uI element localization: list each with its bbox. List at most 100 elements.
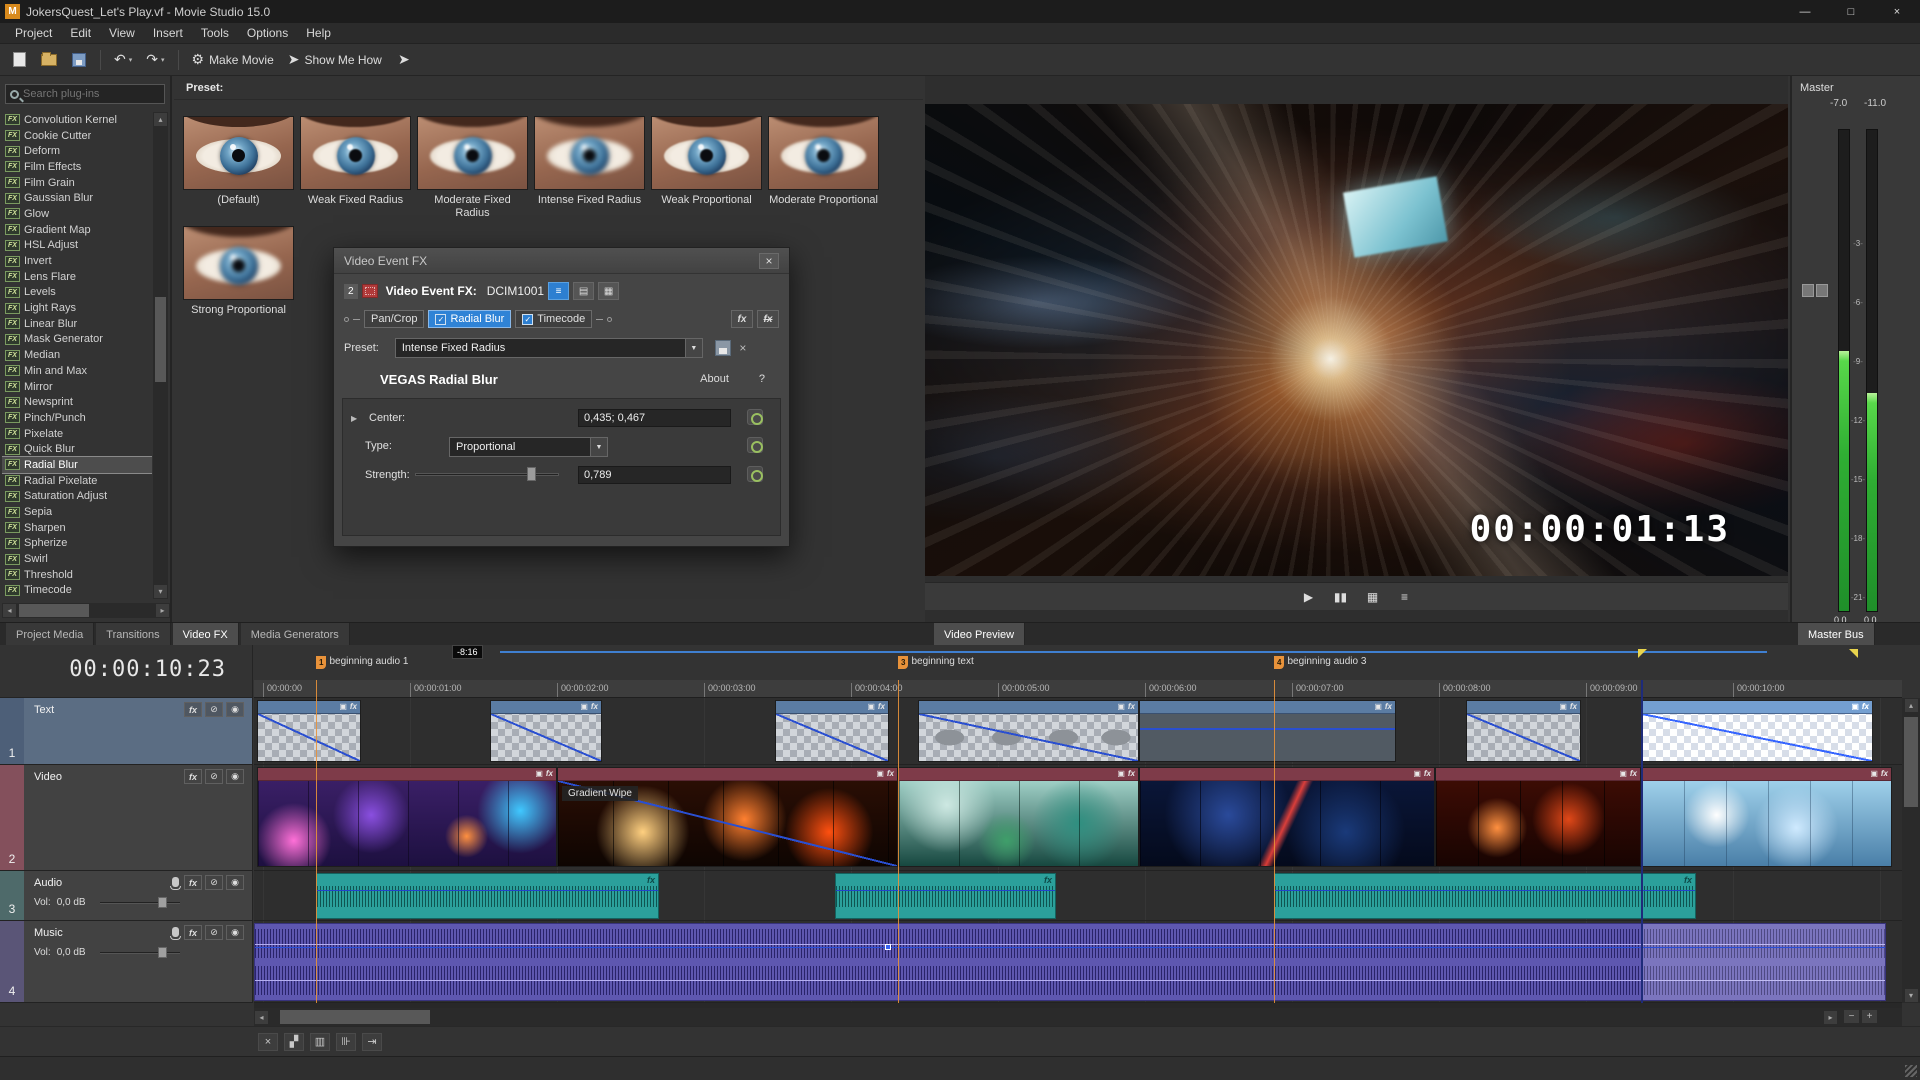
- context-help-button[interactable]: ➤: [391, 48, 417, 72]
- redo-button[interactable]: ↷▾: [141, 48, 169, 72]
- plugin-item[interactable]: FXInvert: [2, 253, 152, 269]
- event-fx-icon[interactable]: fx: [1044, 875, 1052, 885]
- event-fx-icon[interactable]: fx: [647, 875, 655, 885]
- volume-slider[interactable]: [100, 947, 180, 958]
- chain-timecode-button[interactable]: ✓Timecode: [515, 310, 592, 328]
- plugin-item[interactable]: FXQuick Blur: [2, 441, 152, 457]
- help-button[interactable]: ?: [759, 373, 765, 385]
- plugin-item[interactable]: FXMin and Max: [2, 363, 152, 379]
- envelope-node[interactable]: [885, 944, 891, 950]
- envelope-line[interactable]: [1467, 714, 1580, 761]
- plugin-list[interactable]: FXConvolution KernelFXCookie CutterFXDef…: [2, 112, 152, 599]
- text-event[interactable]: ▣fx: [1466, 700, 1581, 762]
- maximize-button[interactable]: □: [1828, 0, 1874, 23]
- event-fx-icon[interactable]: fx: [591, 703, 598, 711]
- play-button[interactable]: ▶: [1298, 587, 1320, 607]
- solo-button[interactable]: ◉: [226, 702, 244, 717]
- video-event[interactable]: ▣fx: [1641, 767, 1892, 867]
- track-header-music[interactable]: 4 Music fx ⊘ ◉ Vol: 0,0 dB: [0, 921, 253, 1003]
- master-fader-right[interactable]: [1816, 284, 1828, 297]
- preset-item[interactable]: Intense Fixed Radius: [533, 116, 646, 220]
- text-event[interactable]: ▣fx: [1139, 700, 1396, 762]
- crop-icon[interactable]: ▣: [1374, 703, 1382, 711]
- solo-button[interactable]: ◉: [226, 875, 244, 890]
- loop-region-bar[interactable]: [500, 651, 1767, 653]
- timeline-marker[interactable]: 1beginning audio 1: [316, 656, 408, 669]
- scroll-right-icon[interactable]: ▸: [155, 603, 170, 618]
- remove-plugin-button[interactable]: fx: [757, 310, 779, 328]
- timeline-ruler[interactable]: 00:00:0000:00:01:0000:00:02:0000:00:03:0…: [254, 680, 1902, 698]
- video-event[interactable]: ▣fxGradient Wipe: [557, 767, 898, 867]
- event-fx-icon[interactable]: fx: [1630, 770, 1637, 778]
- preset-item[interactable]: Weak Fixed Radius: [299, 116, 412, 220]
- center-value-field[interactable]: 0,435; 0,467: [578, 409, 731, 427]
- save-project-button[interactable]: [66, 48, 92, 72]
- plugin-item[interactable]: FXLight Rays: [2, 300, 152, 316]
- scroll-up-icon[interactable]: ▴: [153, 112, 168, 127]
- plugin-item[interactable]: FXMask Generator: [2, 332, 152, 348]
- plugin-item[interactable]: FXConvolution Kernel: [2, 112, 152, 128]
- plugin-item[interactable]: FXGradient Map: [2, 222, 152, 238]
- marker-bar[interactable]: -8:16 1beginning audio 13beginning text4…: [254, 645, 1902, 680]
- timeline-hscrollbar[interactable]: ◂ ▸ − +: [254, 1008, 1902, 1026]
- animate-center-button[interactable]: [747, 409, 763, 425]
- layout-grid-button[interactable]: ▤: [573, 282, 594, 300]
- mute-button[interactable]: ⊘: [205, 769, 223, 784]
- scrollbar-thumb[interactable]: [1904, 717, 1918, 807]
- menu-tools[interactable]: Tools: [192, 24, 238, 42]
- loop-playback-button[interactable]: ▦: [1362, 587, 1384, 607]
- dialog-close-button[interactable]: ×: [759, 253, 779, 269]
- menu-project[interactable]: Project: [6, 24, 61, 42]
- preview-quality-button[interactable]: ≡: [1394, 587, 1416, 607]
- zoom-out-button[interactable]: −: [1843, 1009, 1860, 1024]
- tab-media-generators[interactable]: Media Generators: [241, 623, 350, 646]
- menu-options[interactable]: Options: [238, 24, 297, 42]
- plugin-item[interactable]: FXThreshold: [2, 567, 152, 583]
- plugin-item[interactable]: FXDeform: [2, 143, 152, 159]
- audio-event[interactable]: fx: [316, 873, 659, 919]
- scrollbar-thumb[interactable]: [155, 297, 166, 382]
- tab-video-preview[interactable]: Video Preview: [934, 623, 1025, 646]
- menu-view[interactable]: View: [100, 24, 144, 42]
- strength-slider[interactable]: [415, 466, 559, 482]
- crop-icon[interactable]: ▣: [1851, 703, 1859, 711]
- track-header-audio[interactable]: 3 Audio fx ⊘ ◉ Vol: 0,0 dB: [0, 871, 253, 921]
- event-fx-icon[interactable]: fx: [1684, 875, 1692, 885]
- crop-icon[interactable]: ▣: [1870, 770, 1878, 778]
- text-event[interactable]: ▣fx: [775, 700, 889, 762]
- volume-envelope-line[interactable]: [1275, 890, 1695, 891]
- plugin-item[interactable]: FXCookie Cutter: [2, 128, 152, 144]
- event-fx-icon[interactable]: fx: [1881, 770, 1888, 778]
- show-me-how-button[interactable]: ➤Show Me How: [283, 48, 387, 72]
- preset-thumbnail[interactable]: [651, 116, 762, 190]
- text-event[interactable]: ▣fx: [490, 700, 602, 762]
- event-fx-icon[interactable]: fx: [1862, 703, 1869, 711]
- auto-crossfade-icon[interactable]: ▞: [284, 1033, 304, 1051]
- slider-handle[interactable]: [158, 947, 167, 958]
- plugin-item[interactable]: FXSharpen: [2, 520, 152, 536]
- crop-icon[interactable]: ▣: [339, 703, 347, 711]
- event-fx-icon[interactable]: fx: [546, 770, 553, 778]
- plugin-item[interactable]: FXPinch/Punch: [2, 410, 152, 426]
- plugin-item[interactable]: FXMirror: [2, 379, 152, 395]
- open-project-button[interactable]: [36, 48, 62, 72]
- video-event[interactable]: ▣fx: [898, 767, 1139, 867]
- zoom-in-button[interactable]: +: [1861, 1009, 1878, 1024]
- type-combobox[interactable]: Proportional ▼: [449, 437, 608, 457]
- loop-region-end-marker[interactable]: [1849, 649, 1858, 658]
- strength-value-field[interactable]: 0,789: [578, 466, 731, 484]
- plugin-item[interactable]: FXLinear Blur: [2, 316, 152, 332]
- mute-button[interactable]: ⊘: [205, 925, 223, 940]
- expander-icon[interactable]: ▶: [351, 414, 357, 423]
- tab-video-fx[interactable]: Video FX: [173, 623, 239, 646]
- scrollbar-thumb[interactable]: [19, 604, 89, 617]
- volume-envelope-line[interactable]: [317, 890, 658, 891]
- scroll-left-icon[interactable]: ◂: [2, 603, 17, 618]
- crop-icon[interactable]: ▣: [867, 703, 875, 711]
- plugin-item[interactable]: FXRadial Pixelate: [2, 473, 152, 489]
- make-movie-button[interactable]: ⚙Make Movie: [187, 48, 279, 72]
- event-fx-icon[interactable]: fx: [887, 770, 894, 778]
- track-header-video[interactable]: 2 Video fx ⊘ ◉: [0, 765, 253, 871]
- preset-thumbnail[interactable]: [768, 116, 879, 190]
- envelope-line[interactable]: [491, 714, 601, 761]
